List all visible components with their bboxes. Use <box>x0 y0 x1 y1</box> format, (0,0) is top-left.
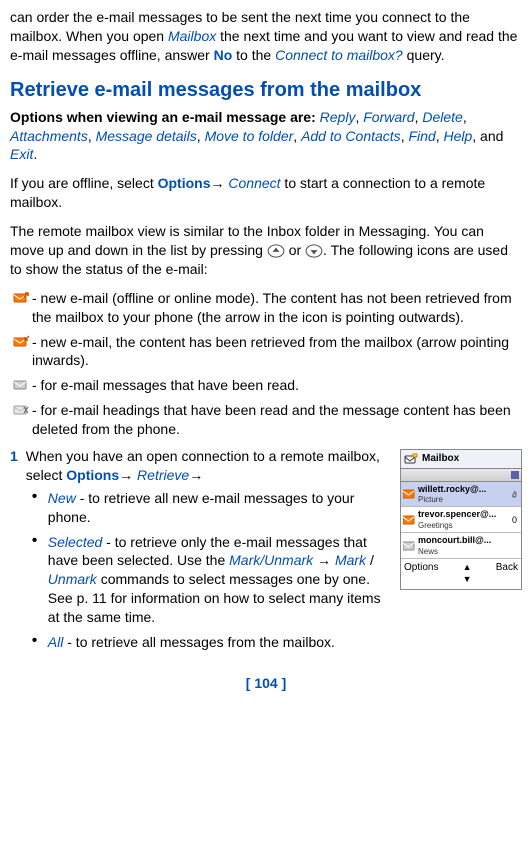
retrieve-options-list: New - to retrieve all new e-mail message… <box>26 489 522 652</box>
legend-deleted: - for e-mail headings that have been rea… <box>10 401 522 439</box>
mail-new-inward-icon <box>13 335 29 349</box>
legend-new-inward: - new e-mail, the content has been retri… <box>10 333 522 371</box>
mailbox-term: Mailbox <box>168 28 216 44</box>
step-1: 1 Mailbox willett.rocky@...Picture trevo… <box>10 447 522 658</box>
page-number: [ 104 ] <box>10 674 522 693</box>
retrieve-command: Retrieve <box>137 467 189 483</box>
view-paragraph: The remote mailbox view is similar to th… <box>10 222 522 279</box>
mail-read-icon <box>13 378 29 392</box>
scroll-down-icon <box>305 244 323 258</box>
scroll-up-icon <box>267 244 285 258</box>
offline-paragraph: If you are offline, select Options→ Conn… <box>10 174 522 212</box>
options-list-paragraph: Options when viewing an e-mail message a… <box>10 108 522 165</box>
mail-heading-deleted-icon <box>13 403 29 417</box>
bullet-all: All - to retrieve all messages from the … <box>48 633 522 652</box>
step-number: 1 <box>10 447 18 466</box>
bullet-new: New - to retrieve all new e-mail message… <box>48 489 522 527</box>
icon-legend: - new e-mail (offline or online mode). T… <box>10 289 522 439</box>
legend-new-outward: - new e-mail (offline or online mode). T… <box>10 289 522 327</box>
no-answer: No <box>214 47 233 63</box>
phone-titlebar: Mailbox <box>401 450 521 469</box>
connect-query: Connect to mailbox? <box>275 47 403 63</box>
options-softkey: Options <box>66 467 119 483</box>
mailbox-icon <box>404 453 418 465</box>
bullet-selected: Selected - to retrieve only the e-mail m… <box>48 533 522 627</box>
mail-new-outward-icon <box>13 291 29 305</box>
connect-command: Connect <box>228 175 280 191</box>
legend-read: - for e-mail messages that have been rea… <box>10 376 522 395</box>
paragraph-continuation: can order the e-mail messages to be sent… <box>10 8 522 65</box>
section-heading: Retrieve e-mail messages from the mailbo… <box>10 77 522 104</box>
phone-tabs <box>401 469 521 482</box>
options-softkey: Options <box>158 175 211 191</box>
